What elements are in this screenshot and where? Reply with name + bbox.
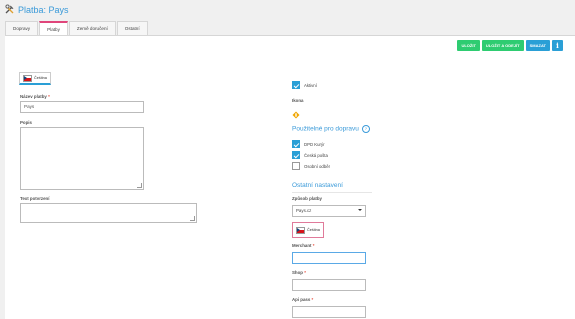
- tab-platby[interactable]: Platby: [39, 21, 68, 36]
- api-pass-label: Api pass *: [292, 297, 314, 302]
- tab-dopravy[interactable]: Dopravy: [5, 21, 39, 35]
- merchant-input[interactable]: [292, 252, 366, 264]
- payment-method-label: Způsob platby: [292, 196, 323, 201]
- api-pass-input[interactable]: [292, 306, 366, 318]
- icon-label: Ikona: [292, 98, 304, 103]
- top-bar: Platba: Pays: [0, 0, 575, 18]
- language-label: Čeština: [34, 76, 47, 80]
- confirmation-textarea[interactable]: [20, 203, 197, 223]
- czech-flag-icon: [296, 226, 305, 234]
- other-settings-title: Ostatní nastavení: [292, 182, 343, 189]
- payment-method-select[interactable]: Pays.cz: [292, 205, 366, 217]
- chevron-down-icon: [358, 209, 362, 211]
- description-label: Popis: [20, 120, 32, 125]
- description-textarea[interactable]: [20, 127, 144, 190]
- info-button[interactable]: i: [552, 40, 563, 51]
- shop-label: Shop *: [292, 270, 306, 275]
- shipping-label-ceska-posta: Česká pošta: [304, 153, 328, 158]
- delete-button[interactable]: SMAZAT: [525, 40, 550, 51]
- resize-grip-icon[interactable]: [137, 183, 142, 188]
- language-tab-cs[interactable]: Čeština: [19, 72, 51, 85]
- tab-ostatni[interactable]: Ostatní: [116, 21, 148, 35]
- shipping-checkbox-ceska-posta[interactable]: [292, 151, 300, 159]
- tools-icon: [5, 4, 15, 16]
- main-panel: ULOŽIT ULOŽIT A ODEJÍT SMAZAT i Čeština …: [5, 35, 575, 319]
- save-leave-button[interactable]: ULOŽIT A ODEJÍT: [481, 40, 524, 51]
- active-label: Aktivní: [304, 83, 317, 88]
- merchant-label: Merchant *: [292, 243, 315, 248]
- divider: [292, 192, 372, 193]
- payment-method-value: Pays.cz: [296, 208, 312, 213]
- toolbar: ULOŽIT ULOŽIT A ODEJÍT SMAZAT i: [457, 40, 563, 51]
- active-checkbox[interactable]: [292, 81, 300, 89]
- resize-grip-icon[interactable]: [190, 216, 195, 221]
- help-icon[interactable]: ?: [361, 125, 370, 133]
- shipping-checkbox-dpd[interactable]: [292, 140, 300, 148]
- page-title-text: Platba: Pays: [18, 5, 69, 15]
- shipping-checkbox-osobni-odber[interactable]: [292, 162, 300, 170]
- save-button[interactable]: ULOŽIT: [457, 40, 480, 51]
- name-input[interactable]: Pays: [20, 101, 144, 113]
- language-tab-cs-settings[interactable]: Čeština: [292, 222, 324, 238]
- language-label-settings: Čeština: [307, 228, 320, 232]
- payment-icon-preview[interactable]: [292, 106, 300, 124]
- shipping-label-dpd: DPD Kurýr: [304, 142, 325, 147]
- page-title: Platba: Pays: [5, 4, 69, 16]
- tab-zeme-doruceni[interactable]: Země doručení: [68, 21, 116, 35]
- czech-flag-icon: [23, 74, 32, 82]
- confirmation-label: Text potvrzení: [20, 196, 50, 201]
- shop-input[interactable]: [292, 279, 366, 291]
- shipping-label-osobni-odber: Osobní odběr: [304, 164, 331, 169]
- tab-bar: Dopravy Platby Země doručení Ostatní: [5, 21, 149, 36]
- name-label: Název platby *: [20, 94, 50, 99]
- shipping-section-title: Použitelné pro dopravu?: [292, 125, 370, 133]
